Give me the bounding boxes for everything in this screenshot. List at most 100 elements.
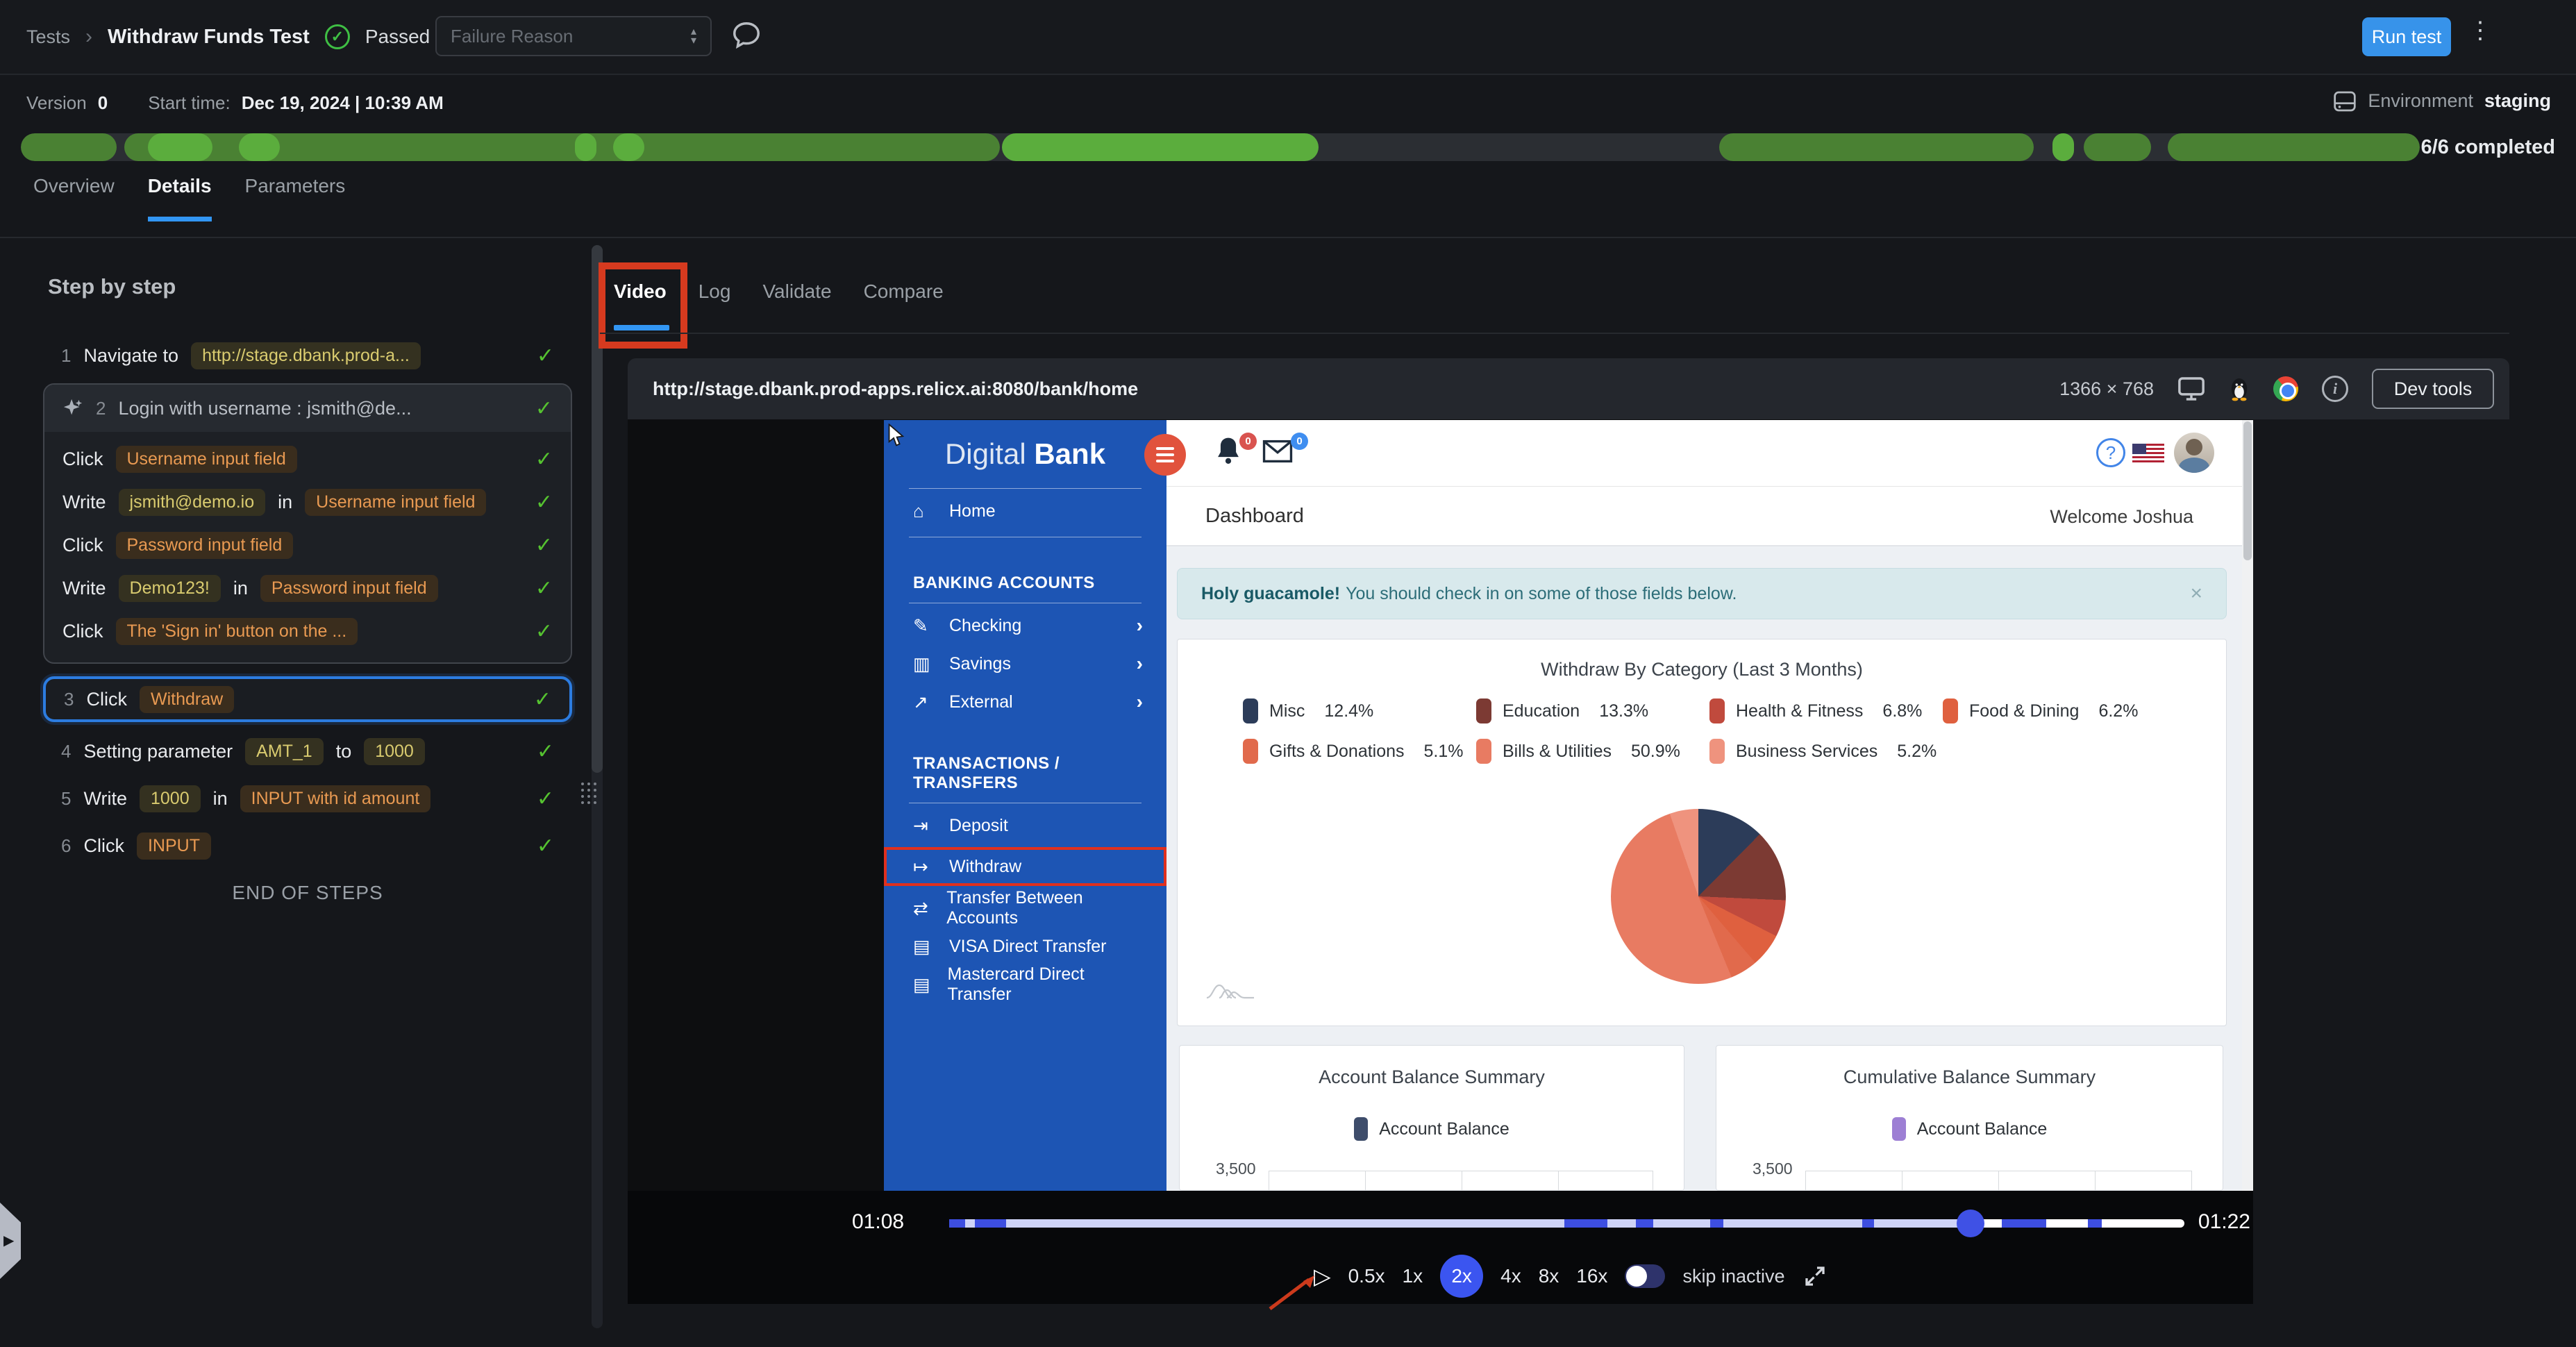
tab-parameters[interactable]: Parameters (245, 175, 346, 221)
chevron-right-icon: › (1136, 653, 1143, 674)
step-row[interactable]: Click Username input field ✓ (44, 437, 571, 480)
card-title: Cumulative Balance Summary (1843, 1066, 2096, 1087)
environment-value: staging (2484, 90, 2551, 111)
speed-1x[interactable]: 1x (1403, 1265, 1423, 1287)
step[interactable]: 6 Click INPUT ✓ (43, 828, 572, 864)
legend-label: Account Balance (1379, 1119, 1509, 1139)
nav-item-label: Transfer Between Accounts (946, 888, 1083, 928)
step-number: 3 (64, 688, 74, 710)
dev-tools-button[interactable]: Dev tools (2372, 369, 2494, 409)
step-success-check-icon: ✓ (535, 447, 553, 471)
app-root: Tests › Withdraw Funds Test ✓ Passed Fai… (0, 0, 2576, 1347)
tab-details[interactable]: Details (147, 175, 212, 221)
step-row[interactable]: Click Password input field ✓ (44, 524, 571, 567)
legend-swatch (1476, 739, 1491, 764)
expand-arrow-icon: ▶ (3, 1233, 15, 1248)
step-group-header[interactable]: 2 Login with username : jsmith@de... ✓ (44, 385, 571, 432)
shuffle-icon: ⇄ (913, 897, 928, 919)
nav-item-label: Withdraw (949, 856, 1022, 876)
step-action-text: Click (83, 835, 124, 856)
step-value-badge: Demo123! (118, 574, 221, 602)
step-row[interactable]: 6 Click INPUT ✓ (43, 828, 572, 864)
linux-penguin-icon (2231, 378, 2248, 401)
speed-2x[interactable]: 2x (1440, 1255, 1484, 1298)
legend-label: Account Balance (1916, 1119, 2048, 1139)
pie-chart (1611, 809, 1786, 984)
top-header: Tests › Withdraw Funds Test ✓ Passed Fai… (0, 0, 2576, 75)
legend-swatch (1891, 1117, 1906, 1141)
step-row[interactable]: Write Demo123! in Password input field ✓ (44, 567, 571, 610)
steps-list: 1 Navigate to http://stage.dbank.prod-a...… (43, 326, 572, 904)
nav-item-label: Mastercard Direct Transfer (947, 964, 1085, 1004)
start-time-label: Start time: (148, 92, 231, 113)
chart-plot-cropped (1269, 1171, 1653, 1190)
step-row[interactable]: 5 Write 1000 in INPUT with id amount ✓ (43, 780, 572, 817)
timeline-playhead[interactable] (1957, 1210, 1985, 1237)
step-action-text: Click (62, 534, 103, 555)
step-row[interactable]: 4 Setting parameter AMT_1 to 1000 ✓ (43, 733, 572, 769)
end-of-steps-label: END OF STEPS (232, 882, 383, 903)
withdraw-icon: ↦ (913, 855, 928, 877)
speed-0.5x[interactable]: 0.5x (1348, 1265, 1385, 1287)
progress-segment (1002, 133, 1319, 161)
y-axis-tick: 3,500 (1216, 1160, 1256, 1178)
sidebar-item-visa-direct-transfer: ▤ VISA Direct Transfer (884, 930, 1166, 962)
group-step-label: Login with username : jsmith@de... (118, 397, 412, 419)
chart-plot-cropped (1805, 1171, 2192, 1190)
video-tab-compare[interactable]: Compare (864, 281, 944, 303)
panel-resize-handle[interactable] (581, 783, 596, 810)
video-tab-log[interactable]: Log (699, 281, 731, 303)
bank-page-header: Dashboard Welcome Joshua (1166, 487, 2253, 546)
progress-segment (21, 133, 117, 161)
progress-segment (239, 133, 281, 161)
step[interactable]: 1 Navigate to http://stage.dbank.prod-a...… (43, 337, 572, 374)
skip-inactive-toggle[interactable] (1625, 1264, 1666, 1288)
step[interactable]: 5 Write 1000 in INPUT with id amount ✓ (43, 780, 572, 817)
run-test-button[interactable]: Run test (2362, 17, 2451, 56)
step-value-badge: 1000 (139, 785, 201, 812)
chevron-right-icon: › (1136, 691, 1143, 712)
card-icon: ▤ (913, 973, 930, 995)
welcome-text: Welcome Joshua (2050, 506, 2193, 527)
step-value-badge: jsmith@demo.io (118, 488, 266, 516)
chevron-right-icon: › (1136, 614, 1143, 636)
sidebar-item-home: ⌂ Home (884, 495, 1166, 527)
sidebar-item-savings: ▥ Savings › (884, 648, 1166, 680)
step[interactable]: 4 Setting parameter AMT_1 to 1000 ✓ (43, 733, 572, 769)
current-time: 01:08 (852, 1210, 905, 1233)
step-row[interactable]: 1 Navigate to http://stage.dbank.prod-a...… (43, 337, 572, 374)
breadcrumb-tests-link[interactable]: Tests (26, 26, 70, 48)
step-number: 5 (61, 787, 72, 809)
step-target-badge: The 'Sign in' button on the ... (115, 617, 358, 645)
hamburger-menu-icon (1144, 434, 1186, 476)
info-icon[interactable]: i (2322, 376, 2348, 402)
step-row[interactable]: Write jsmith@demo.io in Username input fiel… (44, 480, 571, 524)
sidebar-expand-handle[interactable]: ▶ (0, 1203, 21, 1279)
progress-bar (21, 133, 2420, 161)
fullscreen-icon[interactable] (1803, 1264, 1828, 1289)
recorded-mouse-cursor (888, 424, 905, 446)
video-tab-annotation-box (599, 262, 687, 349)
step-action-text: Navigate to (83, 344, 179, 366)
legend-label: Business Services (1736, 741, 1878, 761)
step-row[interactable]: 3 Click Withdraw ✓ (46, 679, 569, 719)
external-icon: ↗ (913, 691, 928, 712)
comment-button[interactable] (730, 19, 762, 51)
more-options-button[interactable]: ⋮ (2466, 17, 2494, 44)
messages-badge: 0 (1291, 433, 1308, 450)
tab-overview[interactable]: Overview (33, 175, 115, 221)
video-tabs-divider (600, 333, 2509, 334)
video-tab-validate[interactable]: Validate (762, 281, 831, 303)
step-selected[interactable]: 3 Click Withdraw ✓ (43, 676, 572, 722)
step-success-check-icon: ✓ (536, 787, 554, 810)
speed-4x[interactable]: 4x (1500, 1265, 1521, 1287)
failure-reason-select[interactable]: Failure Reason ▴ ▾ (435, 16, 712, 56)
speed-8x[interactable]: 8x (1539, 1265, 1559, 1287)
step-row[interactable]: Click The 'Sign in' button on the ... ✓ (44, 610, 571, 653)
y-axis-tick: 3,500 (1753, 1160, 1793, 1178)
step-action-text: Click (62, 620, 103, 642)
timeline-scrubber[interactable] (949, 1210, 2184, 1237)
pie-legend-item: Health & Fitness 6.8% (1709, 698, 1943, 723)
speed-16x[interactable]: 16x (1576, 1265, 1607, 1287)
step-target-badge: INPUT (136, 832, 211, 860)
